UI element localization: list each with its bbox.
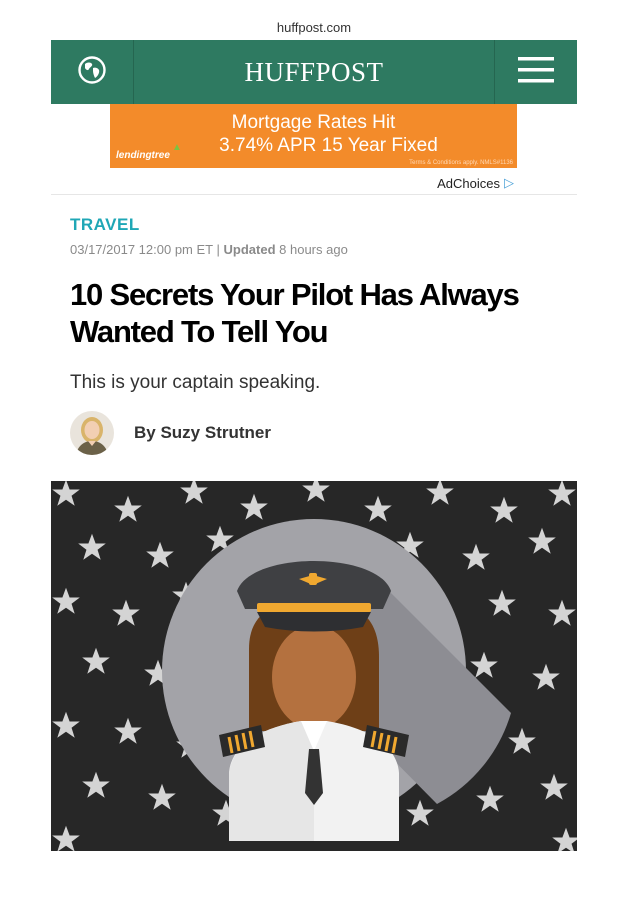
edition-button[interactable] [51, 40, 134, 104]
ad-brand-logo: lendingtree [116, 150, 170, 161]
face [272, 625, 356, 729]
site-header: HUFFPOST [51, 40, 577, 104]
dateline: 03/17/2017 12:00 pm ET | Updated 8 hours… [70, 242, 348, 257]
ad-line-1: Mortgage Rates Hit [231, 112, 396, 133]
globe-icon [77, 55, 107, 90]
dateline-separator: | [216, 242, 220, 257]
address-bar[interactable]: huffpost.com [51, 18, 577, 41]
menu-button[interactable] [494, 40, 577, 104]
updated-time: 8 hours ago [279, 242, 348, 257]
hero-image[interactable] [51, 481, 577, 851]
author-row[interactable]: By Suzy Strutner [70, 411, 271, 455]
author-avatar[interactable] [70, 411, 114, 455]
divider [51, 194, 577, 195]
adchoices-icon: ▷ [504, 175, 514, 190]
ad-terms: Terms & Conditions apply. NMLS#1136 [409, 160, 513, 166]
url-text: huffpost.com [276, 20, 352, 35]
leaf-icon: ▲ [172, 142, 182, 153]
pilot-illustration [51, 481, 577, 851]
hamburger-menu-icon [517, 55, 555, 90]
adchoices-link[interactable]: AdChoices ▷ [437, 175, 514, 191]
updated-label: Updated [223, 242, 276, 257]
publish-date: 03/17/2017 12:00 pm ET [70, 242, 213, 257]
site-logo[interactable]: HUFFPOST [134, 40, 494, 104]
section-label[interactable]: TRAVEL [70, 215, 140, 235]
advertisement-banner[interactable]: Mortgage Rates Hit 3.74% APR 15 Year Fix… [110, 104, 517, 168]
article-subhead: This is your captain speaking. [70, 372, 321, 393]
article-headline: 10 Secrets Your Pilot Has Always Wanted … [70, 277, 520, 349]
adchoices-label: AdChoices [437, 175, 500, 191]
author-byline[interactable]: By Suzy Strutner [134, 423, 271, 443]
